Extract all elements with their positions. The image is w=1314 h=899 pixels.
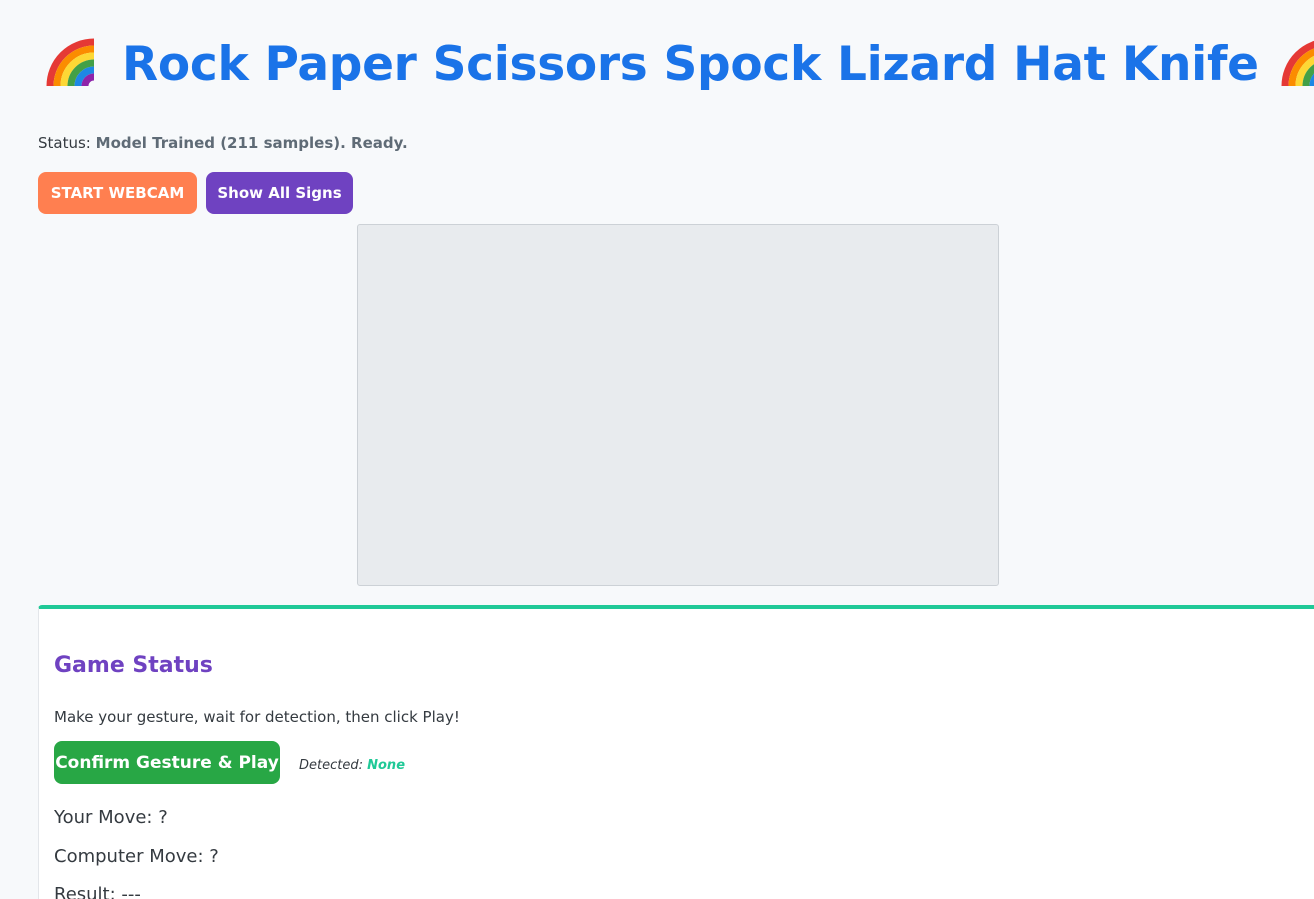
status-line: Status: Model Trained (211 samples). Rea… (38, 134, 408, 152)
game-result: Result: --- (54, 884, 141, 899)
webcam-view (357, 224, 999, 586)
game-instructions: Make your gesture, wait for detection, t… (54, 708, 460, 726)
game-status-title: Game Status (54, 653, 213, 678)
detected-label: Detected: (299, 758, 363, 773)
confirm-gesture-play-button[interactable]: Confirm Gesture & Play (54, 741, 280, 784)
app-page: Rock Paper Scissors Spock Lizard Hat Kni… (0, 0, 1314, 899)
show-all-signs-button[interactable]: Show All Signs (206, 172, 353, 214)
start-webcam-button[interactable]: START WEBCAM (38, 172, 197, 214)
rainbow-icon (44, 36, 100, 92)
status-value: Model Trained (211 samples). Ready. (95, 134, 408, 152)
computer-move: Computer Move: ? (54, 846, 219, 867)
status-label: Status: (38, 134, 91, 152)
detected-value: None (367, 758, 406, 773)
page-header: Rock Paper Scissors Spock Lizard Hat Kni… (44, 32, 1314, 96)
rainbow-icon (1279, 36, 1314, 92)
page-title: Rock Paper Scissors Spock Lizard Hat Kni… (122, 36, 1259, 92)
your-move: Your Move: ? (54, 807, 168, 828)
detected-gesture: Detected: None (299, 758, 405, 773)
game-status-panel: Game Status Make your gesture, wait for … (38, 605, 1314, 899)
